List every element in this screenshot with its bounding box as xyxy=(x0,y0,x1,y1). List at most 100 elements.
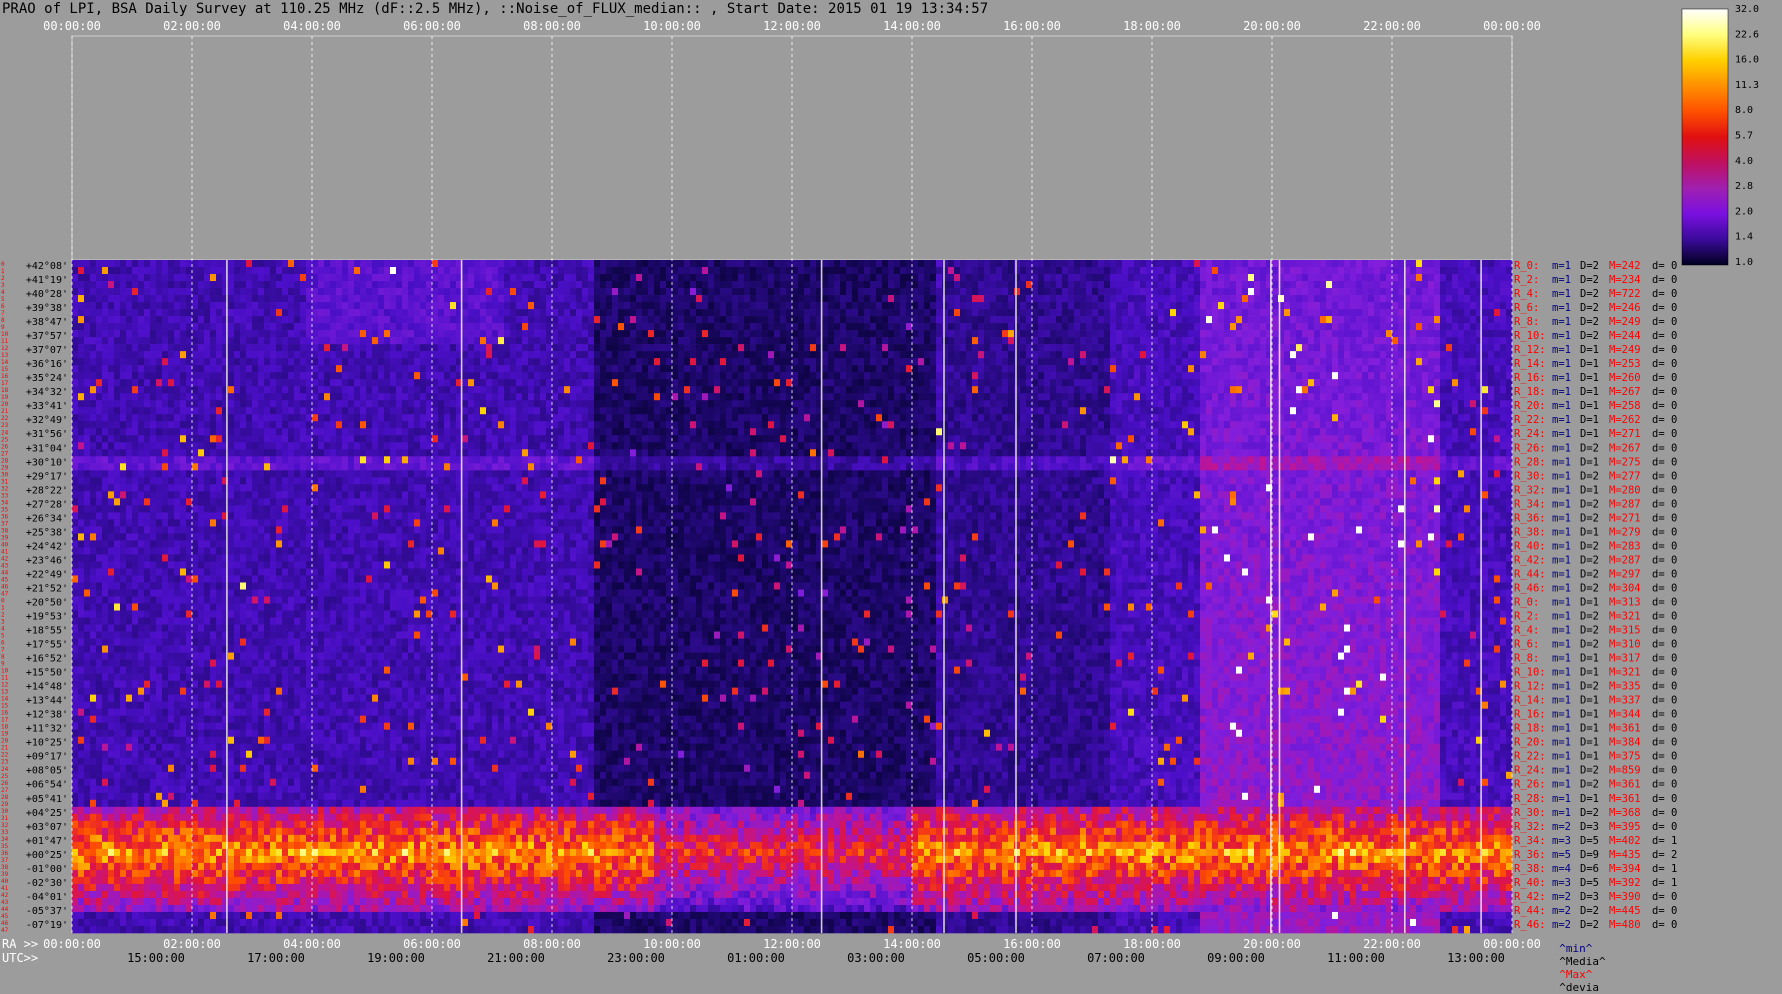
heatmap-cell xyxy=(690,337,697,345)
heatmap-cell xyxy=(120,288,127,296)
heatmap-cell xyxy=(558,372,565,380)
heatmap-cell xyxy=(276,372,283,380)
heatmap-cell xyxy=(1032,393,1039,401)
heatmap-cell xyxy=(966,260,973,268)
heatmap-cell xyxy=(648,337,655,345)
heatmap-cell xyxy=(624,302,631,310)
heatmap-cell xyxy=(252,358,259,366)
heatmap-cell xyxy=(450,330,457,338)
heatmap-cell xyxy=(882,358,889,366)
heatmap-cell xyxy=(216,267,223,275)
heatmap-cell xyxy=(120,267,127,275)
heatmap-cell xyxy=(630,316,637,324)
heatmap-cell xyxy=(144,330,151,338)
heatmap-cell xyxy=(1200,358,1207,366)
heatmap-cell xyxy=(432,337,439,345)
heatmap-cell xyxy=(1272,274,1279,282)
heatmap-cell xyxy=(774,372,781,380)
heatmap-cell xyxy=(624,337,631,345)
heatmap-cell xyxy=(432,393,439,401)
heatmap-cell xyxy=(1446,323,1453,331)
heatmap-cell xyxy=(1014,358,1021,366)
heatmap-cell xyxy=(1122,400,1129,408)
heatmap-cell xyxy=(834,267,841,275)
heatmap-cell xyxy=(684,358,691,366)
heatmap-cell xyxy=(564,379,571,387)
heatmap-cell xyxy=(984,393,991,401)
heatmap-cell xyxy=(1458,260,1465,268)
heatmap-cell xyxy=(1218,323,1225,331)
heatmap-cell xyxy=(312,337,319,345)
heatmap-cell xyxy=(846,400,853,408)
heatmap-cell xyxy=(828,365,835,373)
heatmap-cell xyxy=(120,309,127,317)
heatmap-cell xyxy=(954,330,961,338)
heatmap-cell xyxy=(540,295,547,303)
heatmap-cell xyxy=(1356,281,1363,289)
heatmap-cell xyxy=(702,400,709,408)
heatmap-cell xyxy=(318,386,325,394)
heatmap-cell xyxy=(1182,274,1189,282)
heatmap-cell xyxy=(672,372,679,380)
heatmap-cell xyxy=(672,295,679,303)
heatmap-cell xyxy=(1188,386,1195,394)
heatmap-cell xyxy=(384,281,391,289)
heatmap-cell xyxy=(624,316,631,324)
heatmap-cell xyxy=(318,344,325,352)
heatmap-cell xyxy=(264,316,271,324)
heatmap-cell xyxy=(678,386,685,394)
heatmap-cell xyxy=(996,351,1003,359)
heatmap-cell xyxy=(1098,386,1105,394)
heatmap-cell xyxy=(804,260,811,268)
heatmap-cell xyxy=(360,288,367,296)
heatmap-cell xyxy=(1338,393,1345,401)
heatmap-cell xyxy=(474,316,481,324)
heatmap-cell xyxy=(702,281,709,289)
heatmap-cell xyxy=(1182,302,1189,310)
heatmap-cell xyxy=(600,400,607,408)
heatmap-cell xyxy=(1206,358,1213,366)
heatmap-cell xyxy=(504,330,511,338)
heatmap-cell xyxy=(1458,288,1465,296)
heatmap-cell xyxy=(396,400,403,408)
heatmap-cell xyxy=(480,260,487,268)
heatmap-cell xyxy=(480,393,487,401)
heatmap-cell xyxy=(1224,323,1231,331)
heatmap-cell xyxy=(1350,365,1357,373)
heatmap-cell xyxy=(144,337,151,345)
heatmap-cell xyxy=(300,267,307,275)
heatmap-cell xyxy=(1044,358,1051,366)
heatmap-cell xyxy=(1314,281,1321,289)
heatmap-cell xyxy=(900,400,907,408)
heatmap-cell xyxy=(1098,274,1105,282)
heatmap-cell xyxy=(804,365,811,373)
heatmap-cell xyxy=(1434,337,1441,345)
heatmap-cell xyxy=(168,379,175,387)
heatmap-cell xyxy=(582,309,589,317)
heatmap-cell xyxy=(1188,288,1195,296)
heatmap-cell xyxy=(1140,281,1147,289)
heatmap-cell xyxy=(444,288,451,296)
heatmap-cell xyxy=(438,365,445,373)
heatmap-cell xyxy=(792,323,799,331)
heatmap-cell xyxy=(390,379,397,387)
heatmap-cell xyxy=(1020,365,1027,373)
heatmap-cell xyxy=(192,302,199,310)
heatmap-cell xyxy=(756,330,763,338)
heatmap-cell xyxy=(1104,351,1111,359)
heatmap-cell xyxy=(912,400,919,408)
heatmap-cell xyxy=(1194,281,1201,289)
heatmap-cell xyxy=(1332,316,1339,324)
heatmap-cell xyxy=(1116,302,1123,310)
heatmap-cell xyxy=(558,274,565,282)
heatmap-cell xyxy=(870,337,877,345)
heatmap-cell xyxy=(570,372,577,380)
heatmap-cell xyxy=(1206,274,1213,282)
heatmap-cell xyxy=(888,351,895,359)
heatmap-cell xyxy=(948,316,955,324)
heatmap-cell xyxy=(252,281,259,289)
heatmap-cell xyxy=(654,351,661,359)
heatmap-cell xyxy=(96,316,103,324)
heatmap-cell xyxy=(180,260,187,268)
heatmap-cell xyxy=(1434,379,1441,387)
